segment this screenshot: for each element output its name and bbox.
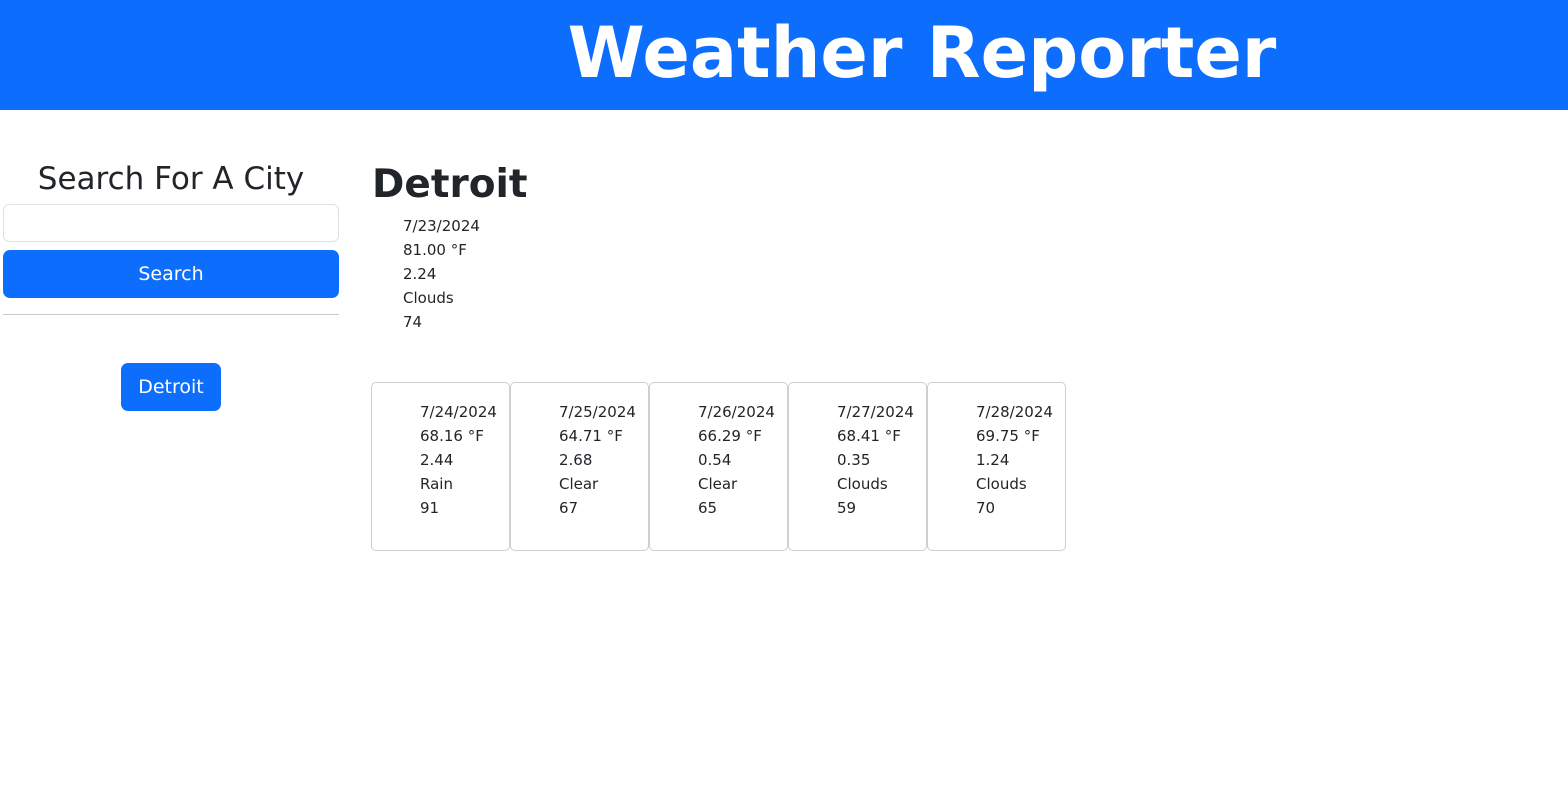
current-date: 7/23/2024 <box>403 217 480 235</box>
forecast-date: 7/27/2024 <box>837 403 914 421</box>
current-wind: 2.24 <box>403 265 437 283</box>
forecast-date: 7/25/2024 <box>559 403 636 421</box>
forecast-temperature: 64.71 °F <box>559 427 623 445</box>
city-search-input[interactable] <box>3 204 339 242</box>
current-temperature: 81.00 °F <box>403 241 467 259</box>
forecast-condition: Clouds <box>976 475 1027 493</box>
search-button[interactable]: Search <box>3 250 339 298</box>
forecast-condition: Clear <box>698 475 738 493</box>
forecast-wind: 2.68 <box>559 451 593 469</box>
forecast-temperature: 68.16 °F <box>420 427 484 445</box>
search-history: Detroit <box>3 363 339 411</box>
forecast-temperature: 68.41 °F <box>837 427 901 445</box>
forecast-temperature: 66.29 °F <box>698 427 762 445</box>
forecast-card: 7/25/2024 64.71 °F 2.68 Clear 67 <box>510 382 649 551</box>
forecast-card: 7/24/2024 68.16 °F 2.44 Rain 91 <box>371 382 510 551</box>
forecast-humidity: 65 <box>698 499 718 517</box>
search-sidebar: Search For A City Search Detroit <box>3 155 339 411</box>
header-banner: Weather Reporter <box>0 0 1568 110</box>
forecast-condition: Clear <box>559 475 599 493</box>
forecast-temperature: 69.75 °F <box>976 427 1040 445</box>
forecast-card: 7/28/2024 69.75 °F 1.24 Clouds 70 <box>927 382 1066 551</box>
current-weather: 7/23/2024 81.00 °F 2.24 Clouds 74 <box>403 214 480 334</box>
forecast-wind: 1.24 <box>976 451 1010 469</box>
search-heading: Search For A City <box>37 161 305 197</box>
forecast-humidity: 70 <box>976 499 996 517</box>
forecast-date: 7/26/2024 <box>698 403 775 421</box>
forecast-wind: 0.54 <box>698 451 732 469</box>
forecast-humidity: 91 <box>420 499 440 517</box>
forecast-card: 7/27/2024 68.41 °F 0.35 Clouds 59 <box>788 382 927 551</box>
forecast-card: 7/26/2024 66.29 °F 0.54 Clear 65 <box>649 382 788 551</box>
forecast-condition: Rain <box>420 475 453 493</box>
forecast-wind: 2.44 <box>420 451 454 469</box>
current-humidity: 74 <box>403 313 423 331</box>
forecast-condition: Clouds <box>837 475 888 493</box>
current-condition: Clouds <box>403 289 454 307</box>
five-day-forecast: 7/24/2024 68.16 °F 2.44 Rain 91 7/25/202… <box>371 382 1066 551</box>
forecast-humidity: 67 <box>559 499 579 517</box>
forecast-date: 7/28/2024 <box>976 403 1053 421</box>
divider <box>3 314 339 315</box>
forecast-wind: 0.35 <box>837 451 871 469</box>
current-city-name: Detroit <box>372 162 528 207</box>
history-city-button[interactable]: Detroit <box>121 363 221 411</box>
app-title: Weather Reporter <box>567 12 1277 94</box>
forecast-date: 7/24/2024 <box>420 403 497 421</box>
forecast-humidity: 59 <box>837 499 857 517</box>
